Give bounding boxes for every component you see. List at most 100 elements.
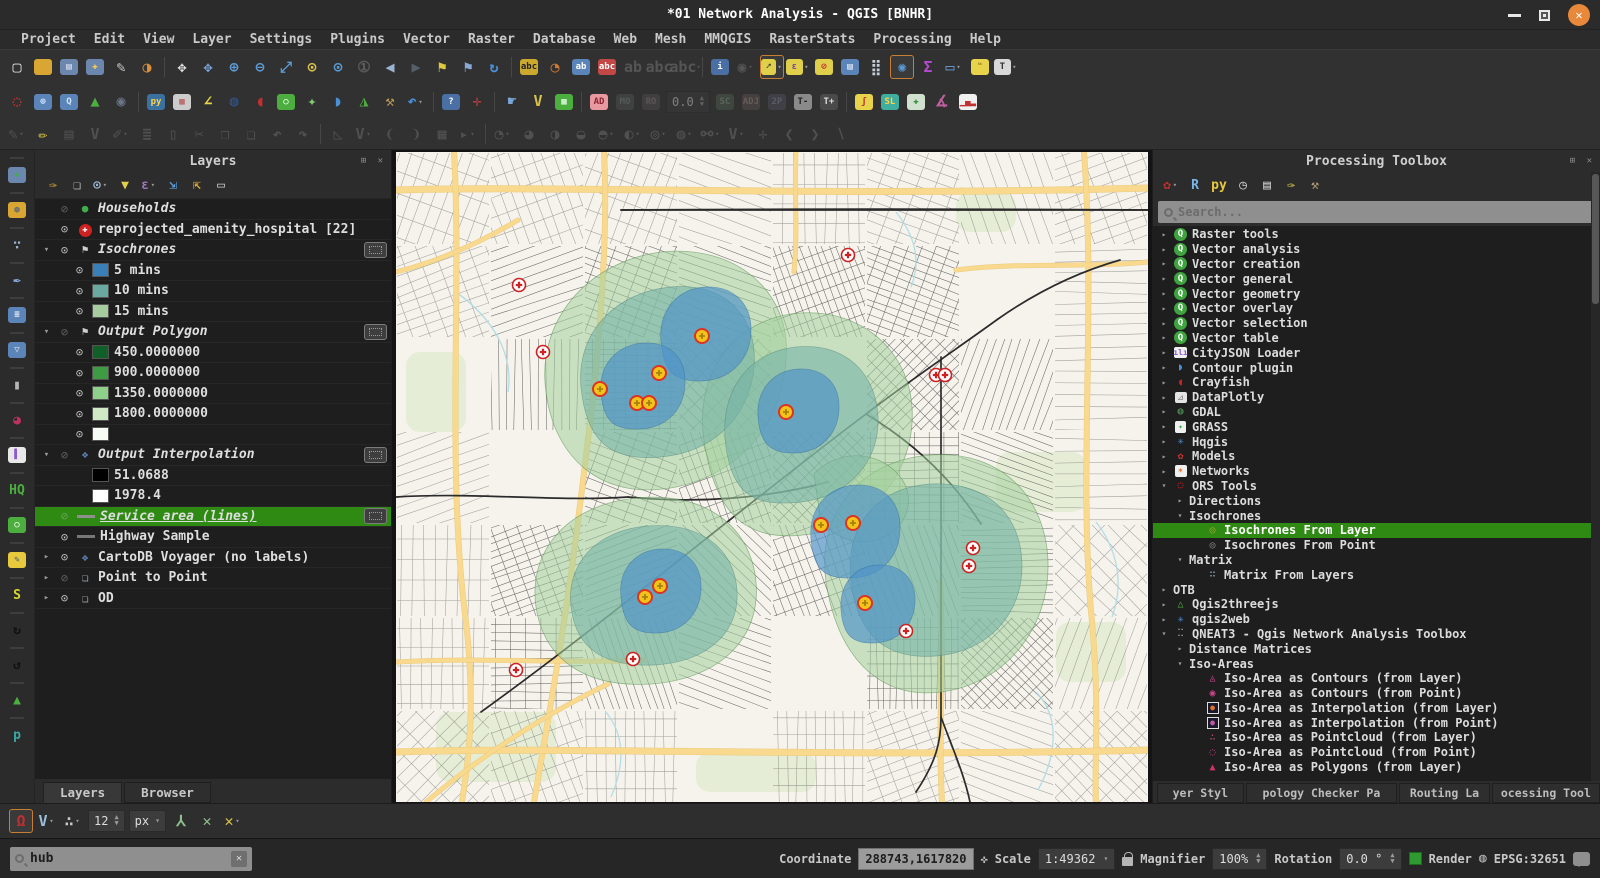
build-tool-icon[interactable]: ⚒ (378, 90, 402, 114)
histogram-plugin-icon[interactable]: ▁▄▂ (956, 90, 980, 114)
layout-manager-icon[interactable]: ✎ (109, 55, 133, 79)
open-project-icon[interactable] (31, 55, 55, 79)
processing-item-distance-matrices[interactable]: ▸Distance Matrices (1153, 641, 1600, 656)
processing-item-qgis2web[interactable]: ▸✳qgis2web (1153, 612, 1600, 627)
metasearch-icon[interactable]: ◉ (109, 90, 133, 114)
expand-arrow-icon[interactable]: ▾ (41, 245, 52, 255)
open-attribute-table-icon[interactable]: ▤ (838, 55, 862, 79)
menu-settings[interactable]: Settings (241, 32, 322, 47)
dataplotly-grid-icon[interactable]: ▦ (170, 90, 194, 114)
layer-row-5-mins[interactable]: ⊙5 mins (35, 261, 391, 282)
qgis2threejs-icon[interactable]: ▲ (83, 90, 107, 114)
processing-item-vector-geometry[interactable]: ▸QVector geometry (1153, 286, 1600, 301)
processing-item-matrix-from-layers[interactable]: ∷Matrix From Layers (1153, 567, 1600, 582)
serpentine-plugin-icon[interactable]: ʃ (852, 90, 876, 114)
processing-item-iso-area-as-pointcloud-from-point[interactable]: ◌Iso-Area as Pointcloud (from Point) (1153, 745, 1600, 760)
expand-arrow-icon[interactable]: ▸ (1175, 644, 1185, 653)
refresh-map-icon[interactable]: ↻ (482, 55, 506, 79)
expand-arrow-icon[interactable]: ▸ (1159, 274, 1169, 283)
expand-arrow-icon[interactable]: ▸ (1159, 615, 1169, 624)
tracing-icon[interactable]: ✕▾ (221, 809, 245, 833)
layer-row-reprojected-amenity-hospital-22[interactable]: ⊙✚reprojected_amenity_hospital [22] (35, 220, 391, 241)
stream-digitize-icon[interactable]: ≣ (135, 122, 159, 146)
undo-dark-icon[interactable]: ↺ (4, 652, 30, 678)
visibility-off-icon[interactable]: ⊘ (57, 509, 72, 523)
processing-item-crayfish[interactable]: ▸◖Crayfish (1153, 375, 1600, 390)
dem-tool-icon[interactable]: ◮ (352, 90, 376, 114)
r-scripts-icon[interactable]: R (1184, 174, 1206, 196)
processing-item-otb[interactable]: ▸OTB (1153, 582, 1600, 597)
layer-row-od[interactable]: ▸⊙❏OD (35, 589, 391, 610)
processing-item-dataplotly[interactable]: ▸⊿DataPlotly (1153, 390, 1600, 405)
processing-item-vector-table[interactable]: ▸QVector table (1153, 331, 1600, 346)
help-contents-icon[interactable]: ? (439, 90, 463, 114)
lock-scale-icon[interactable] (1122, 857, 1133, 866)
processing-item-vector-general[interactable]: ▸QVector general (1153, 271, 1600, 286)
map-canvas[interactable] (396, 152, 1148, 802)
menu-plugins[interactable]: Plugins (321, 32, 394, 47)
menu-view[interactable]: View (134, 32, 183, 47)
visibility-on-icon[interactable]: ⊙ (72, 284, 87, 298)
digitize-vertex-icon[interactable]: V (83, 122, 107, 146)
highlight-pinned-labels-icon[interactable]: abc (647, 55, 671, 79)
scale-feature-icon[interactable]: ▸▾ (456, 122, 480, 146)
processing-search-input[interactable] (1178, 205, 1589, 219)
select-by-expression-icon[interactable]: ε▾ (786, 55, 810, 79)
layer-row-service-area-lines[interactable]: ⊘Service area (lines) (35, 507, 391, 528)
paste-features-icon[interactable]: ❏ (239, 122, 263, 146)
layer-row-1978-4[interactable]: 1978.4 (35, 486, 391, 507)
expand-arrow-icon[interactable]: ▸ (1159, 437, 1169, 446)
visibility-off-icon[interactable]: ⊘ (57, 325, 72, 339)
python-scripts-icon[interactable]: py (1208, 174, 1230, 196)
redo-edit-icon[interactable]: ↷ (291, 122, 315, 146)
layer-row-1350-0000000[interactable]: ⊙1350.0000000 (35, 384, 391, 405)
visibility-off-icon[interactable]: ⊘ (57, 448, 72, 462)
zoom-full-icon[interactable]: ⤢ (274, 55, 298, 79)
measure-line-icon[interactable]: ▭▾ (942, 55, 966, 79)
pin-labels-icon[interactable]: ab (621, 55, 645, 79)
layer-row-cartodb-voyager-no-labels[interactable]: ▸⊙❖CartoDB Voyager (no labels) (35, 548, 391, 569)
processing-item-directions[interactable]: ▸Directions (1153, 493, 1600, 508)
vertex-star-tool-icon[interactable]: V (526, 90, 550, 114)
processing-item-matrix[interactable]: ▾Matrix (1153, 553, 1600, 568)
extents-icon[interactable]: ✜ (981, 852, 988, 866)
split-parts-icon[interactable]: ◍▾ (673, 122, 697, 146)
processing-item-vector-creation[interactable]: ▸QVector creation (1153, 257, 1600, 272)
grass-leaf-icon[interactable]: ✦ (300, 90, 324, 114)
current-edits-icon[interactable]: ✎▾ (5, 122, 29, 146)
processing-item-isochrones[interactable]: ▾Isochrones (1153, 508, 1600, 523)
processing-item-hqgis[interactable]: ▸✳Hqgis (1153, 434, 1600, 449)
menu-mesh[interactable]: Mesh (646, 32, 695, 47)
maximize-button[interactable] (1539, 10, 1550, 21)
snap-tolerance[interactable]: 12▲▼ (88, 810, 125, 832)
expand-arrow-icon[interactable]: ▸ (1159, 393, 1169, 402)
menu-rasterstats[interactable]: RasterStats (760, 32, 864, 47)
layer-row-point-to-point[interactable]: ▸⊘❏Point to Point (35, 568, 391, 589)
style-manager-icon[interactable]: ◑ (135, 55, 159, 79)
osm-globe-icon[interactable]: ◍ (222, 90, 246, 114)
menu-vector[interactable]: Vector (394, 32, 459, 47)
expand-arrow-icon[interactable]: ▸ (1159, 333, 1169, 342)
rotation-spin[interactable]: 0.0 ° ▲▼ (1339, 848, 1401, 870)
sld-plugin-icon[interactable]: SL (878, 90, 902, 114)
new-geopackage-layer-icon[interactable]: ✒ (4, 267, 30, 293)
collapse-all-icon[interactable]: ⇱ (186, 174, 208, 196)
locator-input[interactable] (30, 851, 225, 866)
menu-processing[interactable]: Processing (864, 32, 960, 47)
trace-tool-icon[interactable]: V▾ (352, 122, 376, 146)
offset-curve-icon[interactable]: ◓▾ (595, 122, 619, 146)
zoom-last-icon[interactable]: ◀ (378, 55, 402, 79)
qgis2web-map-icon[interactable]: ✎ (4, 547, 30, 573)
reshape-features-icon[interactable]: ◐▾ (621, 122, 645, 146)
labeling-red-icon[interactable]: abc (595, 55, 619, 79)
layer-row-output-interpolation[interactable]: ▾⊘❖Output Interpolation (35, 445, 391, 466)
coordinate-value[interactable]: 288743,1617820 (858, 848, 973, 870)
processing-toolbox-toggle-icon[interactable]: ✺ (890, 55, 914, 79)
layer-row-isochrones[interactable]: ▾⊙⚑Isochrones (35, 240, 391, 261)
enable-snapping-icon[interactable]: Ω (9, 809, 33, 833)
zoom-out-icon[interactable]: ⊖ (248, 55, 272, 79)
osm-place-search-dock-icon[interactable]: ○ (4, 512, 30, 538)
bottom-tab-routing-la[interactable]: Routing La (1399, 783, 1490, 803)
expand-arrow-icon[interactable]: ▸ (41, 593, 52, 603)
processing-item-contour-plugin[interactable]: ▸◗Contour plugin (1153, 360, 1600, 375)
